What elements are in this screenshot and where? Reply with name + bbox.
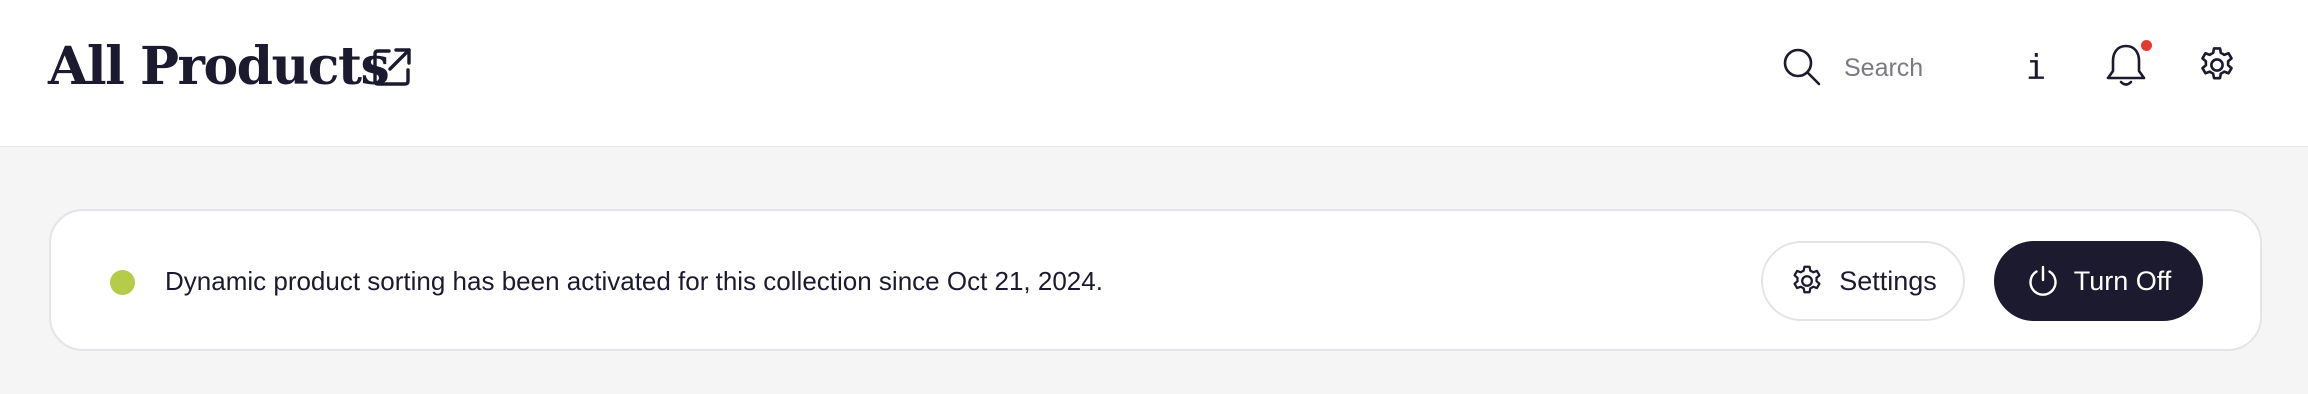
gear-icon: [1793, 265, 1821, 294]
page-title: All Products: [48, 36, 390, 97]
settings-button[interactable]: Settings: [1761, 241, 1965, 321]
search-input[interactable]: [1844, 48, 1974, 88]
notification-badge: [2141, 40, 2152, 51]
search-icon: [1782, 47, 1822, 87]
power-icon: [2029, 265, 2057, 296]
search-box[interactable]: [1782, 42, 1982, 94]
info-button[interactable]: i: [2014, 44, 2058, 92]
gear-icon[interactable]: [2196, 44, 2238, 86]
turn-off-button-label: Turn Off: [2073, 265, 2172, 296]
turn-off-button[interactable]: Turn Off: [1994, 241, 2203, 321]
settings-button-label: Settings: [1839, 265, 1937, 296]
external-link-icon[interactable]: [371, 46, 413, 88]
sorting-status-banner: Dynamic product sorting has been activat…: [49, 209, 2262, 351]
status-indicator: [110, 270, 135, 295]
status-message: Dynamic product sorting has been activat…: [165, 266, 1103, 296]
top-bar: All Products i: [0, 0, 2308, 147]
